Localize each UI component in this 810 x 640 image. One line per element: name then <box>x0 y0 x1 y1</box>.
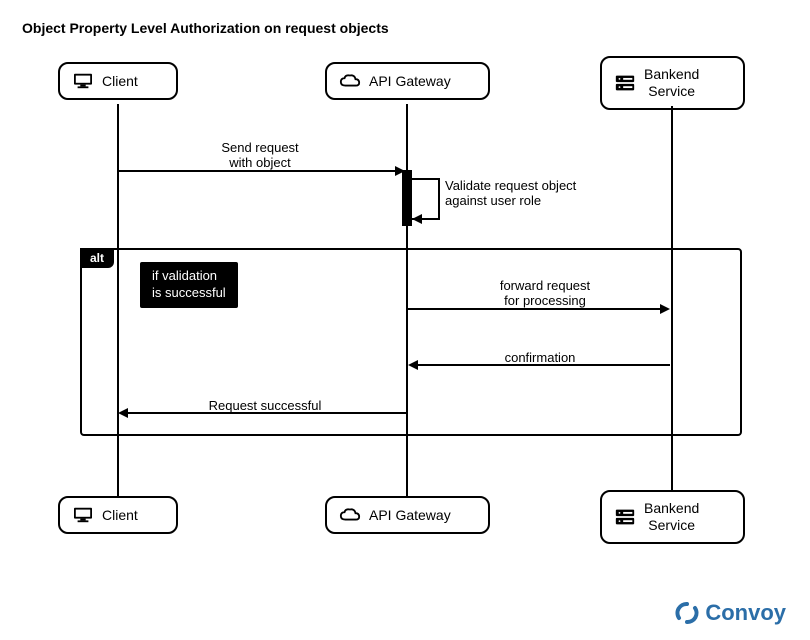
participant-backend-bottom: Bankend Service <box>600 490 745 544</box>
diagram-title: Object Property Level Authorization on r… <box>22 20 389 36</box>
participant-backend-top: Bankend Service <box>600 56 745 110</box>
arrow-forward-request <box>408 308 662 310</box>
arrow-head-icon <box>660 304 670 314</box>
activation-gateway <box>402 170 412 226</box>
cloud-icon <box>339 72 361 90</box>
server-icon <box>614 74 636 92</box>
participant-label: Client <box>102 507 138 524</box>
participant-label: Bankend Service <box>644 500 699 534</box>
msg-confirmation-label: confirmation <box>480 350 600 365</box>
monitor-icon <box>72 72 94 90</box>
alt-tag: alt <box>80 248 114 268</box>
arrow-send-request <box>119 170 397 172</box>
convoy-logo-icon <box>675 601 699 625</box>
brand-logo: Convoy <box>675 600 786 626</box>
msg-send-request-label: Send request with object <box>180 140 340 170</box>
self-loop-top <box>412 178 440 180</box>
monitor-icon <box>72 506 94 524</box>
participant-label: Bankend Service <box>644 66 699 100</box>
participant-gateway-bottom: API Gateway <box>325 496 490 534</box>
server-icon <box>614 508 636 526</box>
msg-success-label: Request successful <box>180 398 350 413</box>
participant-client-top: Client <box>58 62 178 100</box>
cloud-icon <box>339 506 361 524</box>
alt-condition: if validation is successful <box>140 262 238 308</box>
arrow-head-icon <box>412 214 422 224</box>
self-loop-side <box>438 178 440 220</box>
participant-label: Client <box>102 73 138 90</box>
participant-label: API Gateway <box>369 73 451 90</box>
brand-name: Convoy <box>705 600 786 626</box>
msg-validate-label: Validate request object against user rol… <box>445 178 625 208</box>
participant-label: API Gateway <box>369 507 451 524</box>
participant-client-bottom: Client <box>58 496 178 534</box>
participant-gateway-top: API Gateway <box>325 62 490 100</box>
msg-forward-label: forward request for processing <box>470 278 620 308</box>
arrow-head-icon <box>408 360 418 370</box>
arrow-head-icon <box>118 408 128 418</box>
